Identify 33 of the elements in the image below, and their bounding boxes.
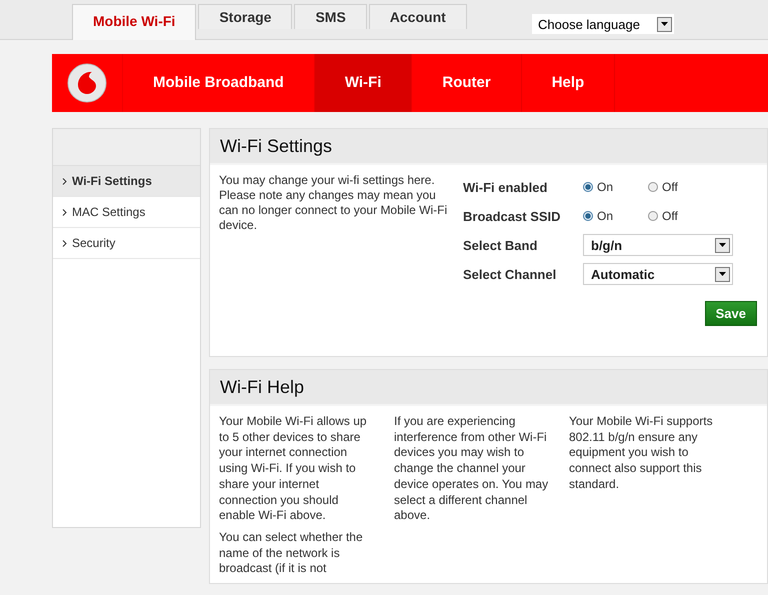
radio-option[interactable]: Off bbox=[648, 209, 713, 223]
sidebar-item[interactable]: Security bbox=[53, 228, 200, 259]
field-label: Select Band bbox=[463, 238, 538, 252]
sidebar-item[interactable]: Wi-Fi Settings bbox=[53, 166, 200, 197]
sidebar-item[interactable]: MAC Settings bbox=[53, 197, 200, 228]
radio-option[interactable]: On bbox=[583, 209, 648, 223]
logo-icon bbox=[67, 63, 107, 103]
save-button[interactable]: Save bbox=[704, 301, 757, 326]
language-select[interactable]: Choose language bbox=[532, 14, 674, 34]
chevron-icon bbox=[62, 178, 67, 186]
intro-text: You may change your wi-fi settings here. Please note any changes may mean you can no longer connect to your Mobile Wi-Fi device. bbox=[219, 173, 448, 234]
help-text: If you are experiencing interference from other Wi-Fi devices you may wish to change the channel your device operates on. You may select a different channel above. bbox=[394, 414, 550, 524]
top-tab[interactable]: Mobile Wi-Fi bbox=[72, 4, 196, 40]
select-field[interactable]: Automatic bbox=[583, 263, 733, 285]
top-tab[interactable]: Account bbox=[368, 4, 467, 29]
chevron-icon bbox=[62, 209, 67, 216]
panel-title: Wi-Fi Help bbox=[210, 370, 767, 406]
top-tab[interactable]: Storage bbox=[198, 4, 292, 29]
help-text: You can select whether the name of the network is broadcast (if it is not bbox=[219, 530, 364, 578]
nav-tab[interactable]: Router bbox=[412, 54, 522, 112]
panel-title: Wi-Fi Settings bbox=[210, 129, 767, 165]
select-field[interactable]: b/g/n bbox=[583, 234, 733, 256]
help-text: Your Mobile Wi-Fi supports 802.11 b/g/n ensure any equipment you wish to connect also support this standard. bbox=[569, 414, 714, 493]
field-label: Broadcast SSID bbox=[463, 208, 562, 224]
top-tab[interactable]: SMS bbox=[294, 4, 367, 29]
help-text: Your Mobile Wi-Fi allows up to 5 other devices to share your internet connection using Wi-Fi. If you wish to share your internet connection you should enable Wi-Fi above. bbox=[219, 414, 368, 524]
radio-option[interactable]: Off bbox=[648, 180, 713, 194]
nav-tab[interactable]: Wi-Fi bbox=[314, 54, 412, 112]
field-label: Select Channel bbox=[463, 266, 558, 282]
nav-tab[interactable]: Help bbox=[522, 54, 616, 112]
chevron-icon bbox=[62, 240, 67, 248]
radio-option[interactable]: On bbox=[583, 180, 648, 194]
field-label: Wi-Fi enabled bbox=[463, 180, 548, 194]
